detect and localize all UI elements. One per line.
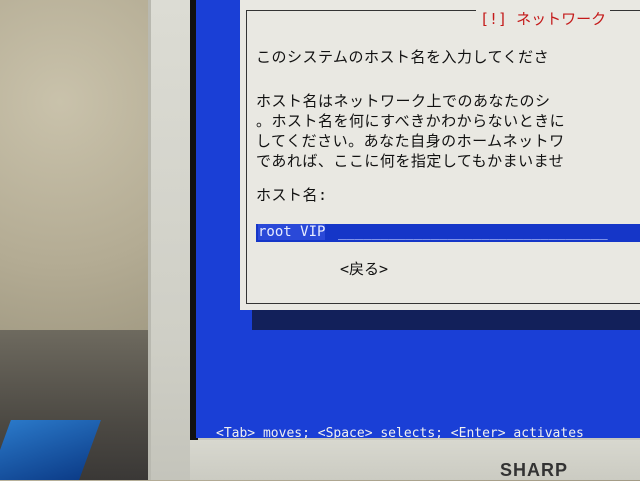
description-line: ホスト名はネットワーク上でのあなたのシ	[256, 92, 551, 110]
hostname-value[interactable]: root VIP	[258, 224, 326, 240]
hostname-label: ホスト名:	[256, 186, 328, 204]
back-button[interactable]: <戻る>	[340, 258, 388, 279]
dialog-title: [!] ネットワーク	[476, 8, 611, 29]
monitor-bottom-bezel	[190, 440, 640, 480]
installer-screen: [!] ネットワーク このシステムのホスト名を入力してくださ ホスト名はネットワ…	[196, 0, 640, 438]
description-line: であれば、ここに何を指定してもかまいませ	[256, 152, 565, 170]
hostname-dialog: [!] ネットワーク このシステムのホスト名を入力してくださ ホスト名はネットワ…	[240, 0, 640, 310]
brand-logo: SHARP	[500, 460, 569, 480]
prompt-text: このシステムのホスト名を入力してくださ	[256, 48, 550, 66]
hostname-input[interactable]: root VIP _______________________________…	[256, 224, 640, 242]
description-line: してください。あなた自身のホームネットワ	[256, 132, 565, 150]
status-bar: <Tab> moves; <Space> selects; <Enter> ac…	[216, 426, 584, 438]
hostname-field-fill: ________________________________	[338, 224, 608, 240]
description-line: 。ホスト名を何にすべきかわからないときに	[256, 112, 566, 130]
